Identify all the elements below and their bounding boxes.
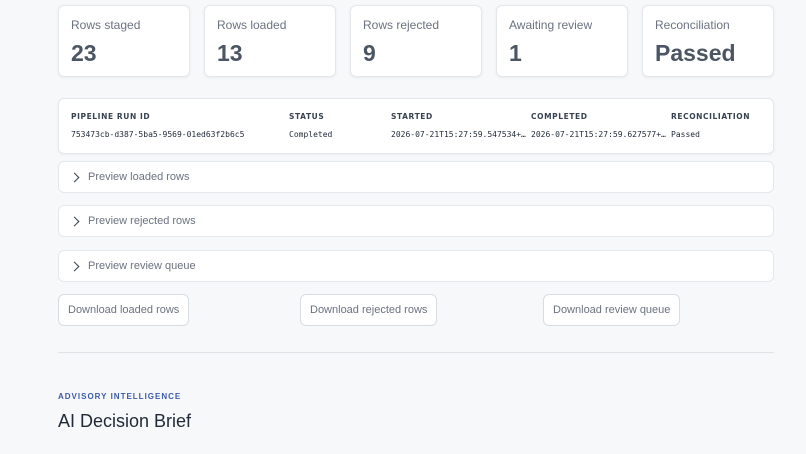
section-divider xyxy=(58,352,774,353)
expander-preview-review-queue[interactable]: Preview review queue xyxy=(58,250,774,282)
column-header: STARTED xyxy=(391,112,433,121)
column-header: RECONCILIATION xyxy=(671,112,751,121)
expander-label: Preview rejected rows xyxy=(88,215,196,227)
metric-label: Awaiting review xyxy=(509,18,593,32)
expander-label: Preview review queue xyxy=(88,260,196,272)
metric-rows-rejected: Rows rejected 9 xyxy=(350,5,482,77)
metric-label: Rows staged xyxy=(71,18,141,32)
column-header: PIPELINE RUN ID xyxy=(71,112,151,121)
metric-value: 13 xyxy=(217,40,243,66)
run-status: Completed xyxy=(289,130,333,139)
metric-label: Rows rejected xyxy=(363,18,440,32)
metric-rows-staged: Rows staged 23 xyxy=(58,5,190,77)
run-col-id: PIPELINE RUN ID 753473cb-d387-5ba5-9569-… xyxy=(71,112,244,139)
pipeline-run-summary: PIPELINE RUN ID 753473cb-d387-5ba5-9569-… xyxy=(58,98,774,154)
run-col-started: STARTED 2026-07-21T15:27:59.547534+… xyxy=(391,112,526,139)
section-title: AI Decision Brief xyxy=(58,411,192,431)
metric-value: 23 xyxy=(71,40,97,66)
run-reconciliation: Passed xyxy=(671,130,700,139)
metrics-row: Rows staged 23 Rows loaded 13 Rows rejec… xyxy=(58,5,774,77)
chevron-right-icon xyxy=(69,261,80,271)
metric-label: Rows loaded xyxy=(217,18,287,32)
expander-label: Preview loaded rows xyxy=(88,171,190,183)
run-completed: 2026-07-21T15:27:59.627577+… xyxy=(531,130,666,139)
expander-preview-loaded-rows[interactable]: Preview loaded rows xyxy=(58,161,774,193)
run-col-completed: COMPLETED 2026-07-21T15:27:59.627577+… xyxy=(531,112,666,139)
chevron-right-icon xyxy=(69,216,80,226)
run-started: 2026-07-21T15:27:59.547534+… xyxy=(391,130,526,139)
pipeline-run-id: 753473cb-d387-5ba5-9569-01ed63f2b6c5 xyxy=(71,130,245,139)
metric-reconciliation: Reconciliation Passed xyxy=(642,5,774,77)
chevron-right-icon xyxy=(69,172,80,182)
metric-label: Reconciliation xyxy=(655,18,730,32)
download-rejected-rows-button[interactable]: Download rejected rows xyxy=(300,294,438,326)
download-loaded-rows-button[interactable]: Download loaded rows xyxy=(58,294,190,326)
download-review-queue-button[interactable]: Download review queue xyxy=(543,294,681,326)
section-eyebrow: ADVISORY INTELLIGENCE xyxy=(58,392,182,401)
expander-preview-rejected-rows[interactable]: Preview rejected rows xyxy=(58,205,774,237)
metric-value: Passed xyxy=(655,40,736,66)
run-col-status: STATUS Completed xyxy=(289,112,332,139)
metric-value: 1 xyxy=(509,40,522,66)
column-header: STATUS xyxy=(289,112,325,121)
metric-value: 9 xyxy=(363,40,376,66)
column-header: COMPLETED xyxy=(531,112,588,121)
run-col-reconciliation: RECONCILIATION Passed xyxy=(671,112,750,139)
metric-awaiting-review: Awaiting review 1 xyxy=(496,5,628,77)
metric-rows-loaded: Rows loaded 13 xyxy=(204,5,336,77)
